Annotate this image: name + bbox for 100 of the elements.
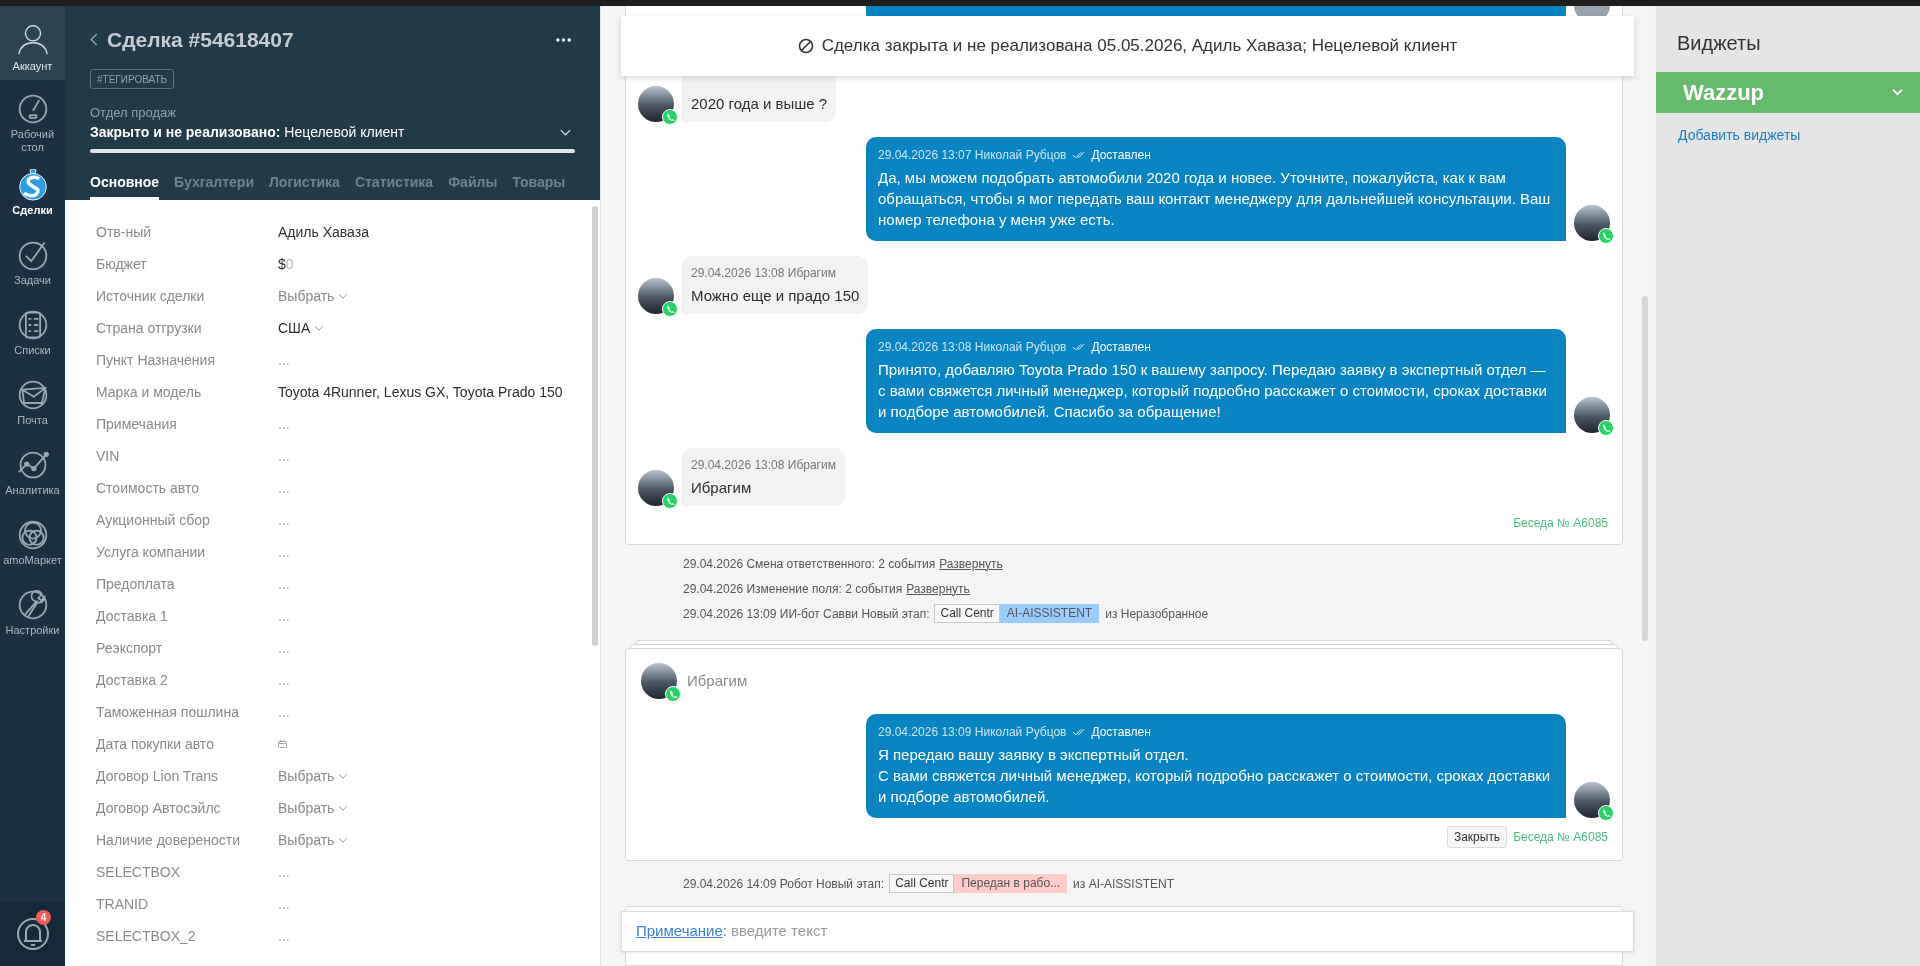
field-placeholder[interactable]: ... bbox=[278, 893, 290, 915]
field-placeholder[interactable]: ... bbox=[278, 573, 290, 595]
contact-name: Ибрагим bbox=[687, 670, 748, 691]
scrollbar[interactable] bbox=[592, 206, 598, 646]
nav-item[interactable]: Сделки bbox=[0, 162, 65, 224]
event-text: 29.04.2026 14:09 Робот Новый этап: bbox=[683, 875, 885, 893]
field-placeholder[interactable]: ... bbox=[278, 349, 290, 371]
message-meta: 29.04.2026 13:08 Ибрагим bbox=[691, 265, 836, 282]
field-label: Примечания bbox=[96, 414, 178, 434]
nav-item[interactable]: amoМаркет bbox=[0, 512, 65, 574]
select-dropdown[interactable]: США bbox=[278, 317, 325, 339]
event-text: 29.04.2026 13:09 ИИ-бот Савви Новый этап: bbox=[683, 605, 930, 623]
double-check-icon bbox=[1072, 728, 1086, 736]
whatsapp-icon bbox=[1598, 228, 1614, 244]
field-placeholder[interactable]: ... bbox=[278, 925, 290, 947]
budget-field[interactable]: $0 bbox=[278, 253, 294, 275]
field-label: Доставка 2 bbox=[96, 670, 169, 690]
chevron-down-icon bbox=[338, 293, 349, 299]
whatsapp-icon bbox=[662, 301, 678, 317]
field-placeholder[interactable]: ... bbox=[278, 861, 290, 883]
prohibited-icon bbox=[797, 38, 814, 54]
field-label: Пункт Назначения bbox=[96, 350, 216, 370]
field-placeholder[interactable]: ... bbox=[278, 605, 290, 627]
tag-button[interactable]: #ТЕГИРОВАТЬ bbox=[90, 69, 175, 89]
nav-item[interactable]: Настройки bbox=[0, 582, 65, 644]
account-button[interactable]: Аккаунт bbox=[0, 6, 65, 80]
field-placeholder[interactable]: ... bbox=[278, 509, 290, 531]
field-label: SELECTBOX bbox=[96, 862, 182, 882]
field-placeholder[interactable]: ... bbox=[278, 413, 290, 435]
list-icon bbox=[16, 309, 49, 341]
message-text: Да, мы можем подобрать автомобили 2020 года и новее. Уточните, пожалуйста, как к вам обращаться, чтобы я мог передать ваш контакт менеджеру для дальнейшей консультации. Ваш номер телефона у меня уже есть. bbox=[878, 168, 1552, 230]
select-dropdown[interactable]: Выбрать bbox=[278, 797, 349, 819]
circles-icon bbox=[16, 519, 49, 551]
notifications-button[interactable]: 4 bbox=[0, 902, 65, 966]
select-dropdown[interactable]: Выбрать bbox=[278, 829, 349, 851]
nav-item[interactable]: Рабочий стол bbox=[0, 92, 65, 154]
delivery-status: Доставлен bbox=[1091, 147, 1151, 164]
field-placeholder[interactable]: ... bbox=[278, 637, 290, 659]
widget-header[interactable]: Wazzup bbox=[1656, 72, 1920, 113]
scrollbar[interactable] bbox=[1642, 296, 1648, 641]
chevron-down-icon bbox=[338, 805, 349, 811]
field-placeholder[interactable]: ... bbox=[278, 669, 290, 691]
select-dropdown[interactable]: Выбрать bbox=[278, 765, 349, 787]
conversation-link[interactable]: Беседа № A6085 bbox=[1513, 828, 1608, 846]
expand-link[interactable]: Развернуть bbox=[939, 554, 1003, 573]
line-chart-icon bbox=[16, 449, 49, 481]
chevron-down-icon bbox=[338, 837, 349, 843]
panel-title: Виджеты bbox=[1676, 31, 1762, 56]
conversation-link[interactable]: Беседа № A6085 bbox=[1513, 514, 1608, 532]
checkmark-icon bbox=[16, 239, 49, 271]
back-icon[interactable] bbox=[90, 33, 98, 46]
field-label: Договор Автосэйлс bbox=[96, 798, 222, 818]
event-text: из AI-AISSISTENT bbox=[1073, 875, 1174, 893]
note-input[interactable]: введите текст bbox=[731, 920, 1619, 943]
field-label: Марка и модель bbox=[96, 382, 203, 402]
message-meta: 29.04.2026 13:08 Ибрагим bbox=[691, 457, 836, 474]
field-placeholder[interactable]: ... bbox=[278, 477, 290, 499]
tab[interactable]: Статистика bbox=[354, 172, 434, 200]
message-meta: 29.04.2026 13:08 Николай Рубцов bbox=[878, 339, 1067, 356]
pipeline-label: Отдел продаж bbox=[90, 105, 177, 120]
double-check-icon bbox=[1072, 343, 1086, 351]
field-placeholder[interactable]: ... bbox=[278, 701, 290, 723]
note-type-link[interactable]: Примечание bbox=[636, 920, 723, 943]
whatsapp-icon bbox=[665, 686, 681, 702]
select-dropdown[interactable]: Выбрать bbox=[278, 285, 349, 307]
more-icon[interactable] bbox=[556, 37, 571, 42]
nav-item[interactable]: Списки bbox=[0, 302, 65, 364]
add-widgets-link[interactable]: Добавить виджеты bbox=[1656, 125, 1920, 146]
message-meta: 29.04.2026 13:09 Николай Рубцов bbox=[878, 724, 1067, 741]
status-dropdown[interactable]: Закрыто и не реализовано: Нецелевой клиент bbox=[90, 122, 575, 143]
calendar-icon[interactable] bbox=[278, 740, 287, 748]
field-value: Адиль Хаваза bbox=[278, 222, 369, 242]
whatsapp-icon bbox=[662, 493, 678, 509]
tab[interactable]: Бухгалтери bbox=[174, 172, 255, 200]
expand-link[interactable]: Развернуть bbox=[906, 579, 970, 598]
tab[interactable]: Логистика bbox=[269, 172, 340, 200]
note-separator: : bbox=[722, 921, 727, 942]
nav-item[interactable]: Аналитика bbox=[0, 442, 65, 504]
stage-tag: AI-AISSISTENT bbox=[999, 604, 1100, 623]
whatsapp-icon bbox=[1598, 420, 1614, 436]
nav-item[interactable]: Почта bbox=[0, 372, 65, 434]
close-button[interactable]: Закрыть bbox=[1446, 826, 1508, 848]
field-label: Дата покупки авто bbox=[96, 734, 215, 754]
field-label: Бюджет bbox=[96, 254, 148, 274]
field-label: Отв-ный bbox=[96, 222, 152, 242]
event-text: 29.04.2026 Изменение поля: 2 события bbox=[683, 580, 903, 598]
field-placeholder[interactable]: ... bbox=[278, 541, 290, 563]
tab[interactable]: Файлы bbox=[448, 172, 498, 200]
field-placeholder[interactable]: ... bbox=[278, 445, 290, 467]
nav-item[interactable]: Задачи bbox=[0, 232, 65, 294]
chevron-down-icon bbox=[338, 773, 349, 779]
message-text: Можно еще и прадо 150 bbox=[691, 286, 860, 306]
notification-badge: 4 bbox=[36, 910, 51, 925]
field-label: Доставка 1 bbox=[96, 606, 169, 626]
stage-tag: Передан в рабо... bbox=[954, 874, 1068, 893]
tab[interactable]: Основное bbox=[90, 172, 160, 200]
note-field[interactable]: Примечание: введите текст bbox=[621, 911, 1634, 952]
chevron-down-icon bbox=[1892, 89, 1903, 96]
chevron-down-icon bbox=[314, 325, 325, 331]
tab[interactable]: Товары bbox=[512, 172, 566, 200]
